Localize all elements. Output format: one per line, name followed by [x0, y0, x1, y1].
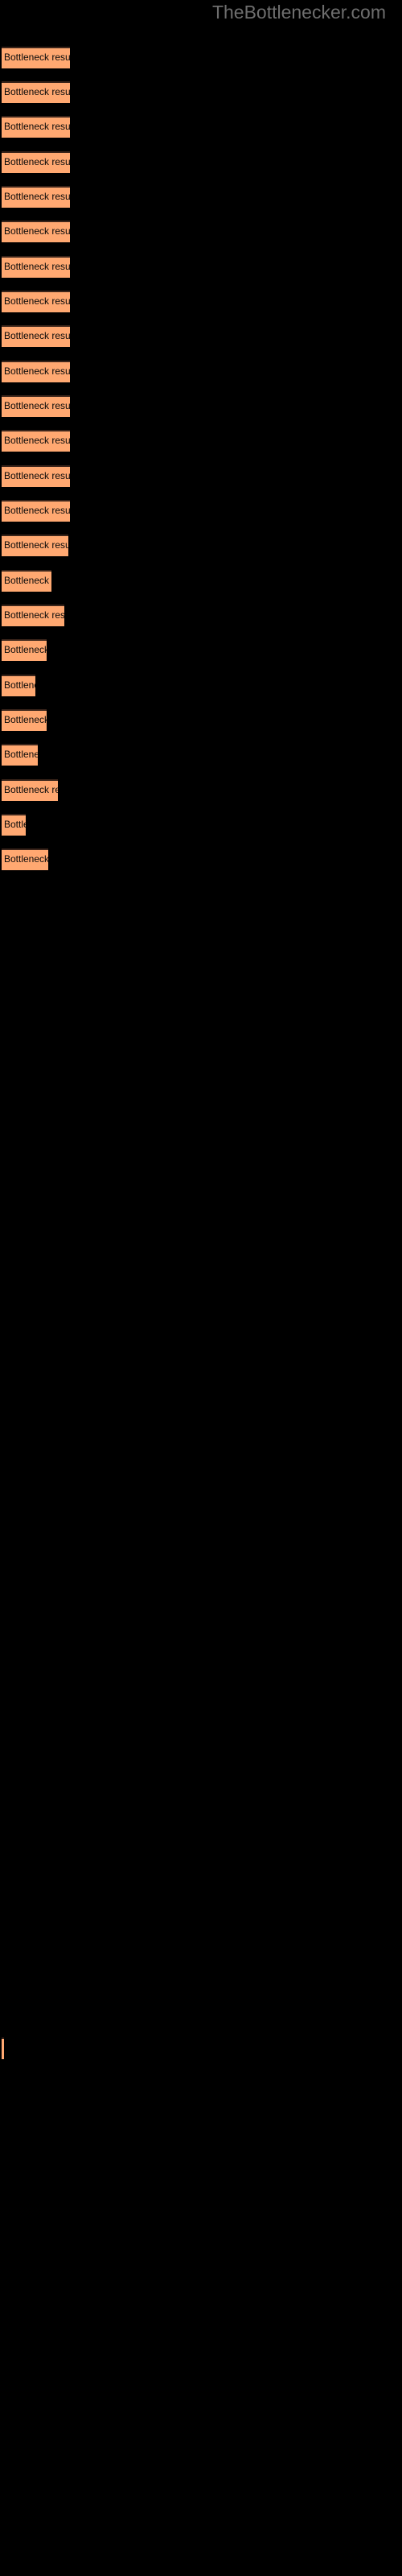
bar-label: Bottleneck result	[4, 609, 64, 621]
bar-label: Bottleneck result	[4, 679, 35, 691]
bar[interactable]: Bottleneck result	[2, 361, 70, 382]
bar-label: Bottleneck result	[4, 121, 70, 132]
bar[interactable]: Bottleneck result	[2, 256, 70, 278]
bar-label: Bottleneck result	[4, 86, 70, 97]
bar-label: Bottleneck result	[4, 470, 70, 481]
bar-label: Bottleneck result	[4, 714, 47, 725]
bar-label: Bottleneck result	[4, 575, 51, 586]
bar-row: Bottleneck result	[0, 848, 402, 870]
bar-row: Bottleneck result	[0, 639, 402, 661]
bar-label: Bottleneck result	[4, 435, 70, 446]
bar[interactable]: Bottleneck result	[2, 535, 68, 556]
bar[interactable]: Bottleneck result	[2, 430, 70, 452]
bar-row: Bottleneck result	[0, 325, 402, 347]
bar[interactable]: Bottleneck result	[2, 291, 70, 312]
bar-row: Bottleneck result	[0, 814, 402, 836]
bar[interactable]: Bottleneck result	[2, 570, 51, 592]
bar-row	[0, 2037, 402, 2059]
bar-row: Bottleneck result	[0, 291, 402, 312]
bar-label: Bottleneck result	[4, 225, 70, 237]
bar[interactable]: Bottleneck result	[2, 814, 26, 836]
bar-row: Bottleneck result	[0, 151, 402, 173]
bar-row: Bottleneck result	[0, 605, 402, 626]
bar-row: Bottleneck result	[0, 256, 402, 278]
bar[interactable]: Bottleneck result	[2, 675, 35, 696]
bar-row: Bottleneck result	[0, 361, 402, 382]
bar-series-layer: Bottleneck result Bottleneck result Bottle…	[0, 0, 402, 2576]
bar-label: Bottleneck result	[4, 365, 70, 377]
bar-label: Bottleneck result	[4, 539, 68, 551]
bar-label: Bottleneck result	[4, 261, 70, 272]
bar[interactable]: Bottleneck result	[2, 605, 64, 626]
bar[interactable]: Bottleneck result	[2, 151, 70, 173]
bar-label: Bottleneck result	[4, 853, 48, 865]
bar[interactable]: Bottleneck result	[2, 47, 70, 68]
bottleneck-chart-root: TheBottlenecker.com Bottleneck result Bot…	[0, 0, 402, 2576]
bar[interactable]: Bottleneck result	[2, 395, 70, 417]
bar[interactable]: Bottleneck result	[2, 465, 70, 487]
bar[interactable]: Bottleneck result	[2, 116, 70, 138]
bar-row: Bottleneck result	[0, 675, 402, 696]
bar-label: Bottleneck result	[4, 295, 70, 307]
bar-label: Bottleneck result	[4, 749, 38, 760]
bar[interactable]: Bottleneck result	[2, 639, 47, 661]
bar-row: Bottleneck result	[0, 709, 402, 731]
bar[interactable]: Bottleneck result	[2, 221, 70, 242]
bar-label: Bottleneck result	[4, 156, 70, 167]
bar-label: Bottleneck result	[4, 52, 70, 63]
bar-row: Bottleneck result	[0, 570, 402, 592]
bar-label: Bottleneck result	[4, 644, 47, 655]
bar-label: Bottleneck result	[4, 330, 70, 341]
bar-row: Bottleneck result	[0, 395, 402, 417]
bar[interactable]: Bottleneck result	[2, 186, 70, 208]
bar-label: Bottleneck result	[4, 191, 70, 202]
bar[interactable]: Bottleneck result	[2, 500, 70, 522]
bar-label: Bottleneck result	[4, 505, 70, 516]
bar-row: Bottleneck result	[0, 779, 402, 801]
bar[interactable]: Bottleneck result	[2, 81, 70, 103]
bar-row: Bottleneck result	[0, 116, 402, 138]
bar-row: Bottleneck result	[0, 81, 402, 103]
bar-row: Bottleneck result	[0, 744, 402, 766]
bar-row: Bottleneck result	[0, 500, 402, 522]
bar-row: Bottleneck result	[0, 221, 402, 242]
bar[interactable]: Bottleneck result	[2, 744, 38, 766]
bar[interactable]	[2, 2037, 4, 2059]
bar[interactable]: Bottleneck result	[2, 848, 48, 870]
bar-row: Bottleneck result	[0, 535, 402, 556]
bar[interactable]: Bottleneck result	[2, 325, 70, 347]
bar-row: Bottleneck result	[0, 465, 402, 487]
bar-label: Bottleneck result	[4, 819, 26, 830]
bar-row: Bottleneck result	[0, 430, 402, 452]
bar-label: Bottleneck result	[4, 400, 70, 411]
bar-label: Bottleneck result	[4, 784, 58, 795]
bar[interactable]: Bottleneck result	[2, 779, 58, 801]
bar-row: Bottleneck result	[0, 186, 402, 208]
bar[interactable]: Bottleneck result	[2, 709, 47, 731]
bar-row: Bottleneck result	[0, 47, 402, 68]
